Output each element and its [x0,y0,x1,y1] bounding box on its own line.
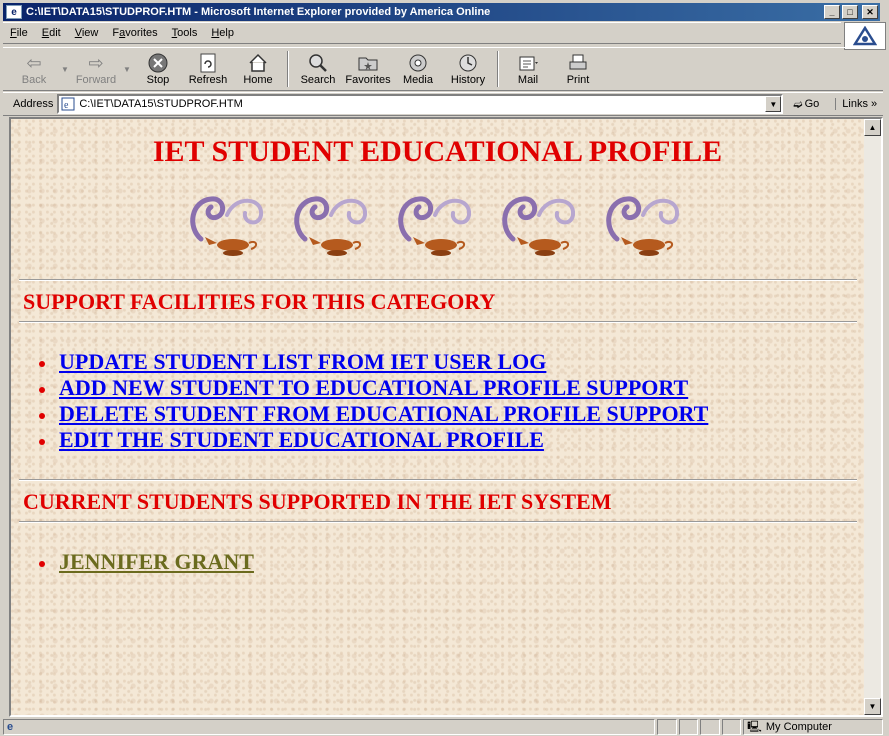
mail-button[interactable]: Mail [503,48,553,90]
list-item: ADD NEW STUDENT TO EDUCATIONAL PROFILE S… [39,375,708,401]
home-button[interactable]: Home [233,48,283,90]
forward-button[interactable]: ⇨ Forward [71,48,121,90]
go-arrow-icon: ➫ [793,98,803,111]
list-item: UPDATE STUDENT LIST FROM IET USER LOG [39,349,708,375]
refresh-icon [200,53,216,73]
list-item: EDIT THE STUDENT EDUCATIONAL PROFILE [39,427,708,453]
status-panel [700,719,720,735]
back-dropdown-icon[interactable]: ▼ [59,65,71,74]
search-button[interactable]: Search [293,48,343,90]
chevron-right-icon: » [871,98,878,110]
magic-lamp-banner [183,187,685,259]
student-link[interactable]: JENNIFER GRANT [59,549,254,575]
status-panel [678,719,699,735]
media-icon [409,54,427,72]
browser-window: e C:\IET\DATA15\STUDPROF.HTM - Microsoft… [0,0,889,736]
support-links-list: UPDATE STUDENT LIST FROM IET USER LOG AD… [39,349,708,453]
address-input[interactable]: e C:\IET\DATA15\STUDPROF.HTM ▼ [57,94,784,114]
scroll-down-icon[interactable]: ▼ [864,698,881,715]
genie-lamp-icon [606,196,680,256]
status-panel [656,719,677,735]
maximize-button[interactable]: □ [842,5,858,19]
bullet-icon [39,413,45,419]
home-icon [249,53,267,72]
svg-text:e: e [64,100,69,111]
list-item: DELETE STUDENT FROM EDUCATIONAL PROFILE … [39,401,708,427]
page-content-frame: IET STUDENT EDUCATIONAL PROFILE SUPPORT … [9,117,883,717]
back-arrow-icon: ⇦ [26,52,42,73]
forward-dropdown-icon[interactable]: ▼ [121,65,133,74]
ie-page-icon: e [61,97,75,111]
menu-help[interactable]: Help [204,27,241,39]
security-zone: 🖳 My Computer [743,719,883,735]
page-content: IET STUDENT EDUCATIONAL PROFILE SUPPORT … [11,119,864,715]
horizontal-rule [19,479,857,481]
title-bar: e C:\IET\DATA15\STUDPROF.HTM - Microsoft… [3,3,880,21]
bullet-icon [39,439,45,445]
window-title: C:\IET\DATA15\STUDPROF.HTM - Microsoft I… [26,6,491,18]
horizontal-rule [19,321,857,323]
address-value: C:\IET\DATA15\STUDPROF.HTM [79,98,243,110]
add-student-link[interactable]: ADD NEW STUDENT TO EDUCATIONAL PROFILE S… [59,375,688,401]
list-item: JENNIFER GRANT [39,549,254,575]
mail-icon [519,56,538,71]
vertical-scrollbar[interactable]: ▲ ▼ [864,119,881,715]
bullet-icon [39,361,45,367]
address-bar: Address e C:\IET\DATA15\STUDPROF.HTM ▼ ➫… [3,92,883,116]
genie-lamp-icon [502,196,576,256]
menu-tools[interactable]: Tools [165,27,205,39]
scroll-up-icon[interactable]: ▲ [864,119,881,136]
status-bar: e 🖳 My Computer [3,718,883,736]
computer-icon: 🖳 [747,720,762,733]
print-button[interactable]: Print [553,48,603,90]
stop-button[interactable]: Stop [133,48,183,90]
update-student-list-link[interactable]: UPDATE STUDENT LIST FROM IET USER LOG [59,349,546,375]
links-button[interactable]: Links » [835,98,877,110]
status-text: e [3,719,655,735]
history-icon [459,54,477,72]
aol-logo-icon [853,26,877,46]
horizontal-rule [19,521,857,523]
address-label: Address [13,98,54,110]
go-button[interactable]: ➫ Go [789,98,823,111]
address-dropdown-icon[interactable]: ▼ [765,96,782,112]
stop-icon [148,53,168,73]
minimize-button[interactable]: _ [824,5,840,19]
bullet-icon [39,387,45,393]
students-list: JENNIFER GRANT [39,549,254,575]
menu-edit[interactable]: Edit [35,27,68,39]
ie-page-icon: e [6,5,22,19]
genie-lamp-icon [294,196,368,256]
favorites-folder-icon [358,57,378,71]
status-panel [721,719,742,735]
window-controls: _ □ ✕ [824,5,878,19]
toolbar-separator [287,51,289,87]
media-button[interactable]: Media [393,48,443,90]
bullet-icon [39,561,45,567]
support-facilities-heading: SUPPORT FACILITIES FOR THIS CATEGORY [23,289,496,314]
menu-favorites[interactable]: Favorites [105,27,164,39]
standard-toolbar: ⇦ Back ▼ ⇨ Forward ▼ Stop Refresh Home S… [3,47,883,91]
toolbar-separator [497,51,499,87]
close-button[interactable]: ✕ [862,5,878,19]
menu-file[interactable]: File [3,27,35,39]
page-title: IET STUDENT EDUCATIONAL PROFILE [152,135,723,168]
history-button[interactable]: History [443,48,493,90]
genie-lamp-icon [190,196,264,256]
current-students-heading: CURRENT STUDENTS SUPPORTED IN THE IET SY… [23,489,612,514]
delete-student-link[interactable]: DELETE STUDENT FROM EDUCATIONAL PROFILE … [59,401,708,427]
menu-bar: File Edit View Favorites Tools Help [3,22,841,44]
printer-icon [569,54,587,70]
search-icon [309,54,327,72]
refresh-button[interactable]: Refresh [183,48,233,90]
genie-lamp-icon [398,196,472,256]
ie-page-icon: e [7,721,14,733]
favorites-button[interactable]: Favorites [343,48,393,90]
horizontal-rule [19,279,857,281]
edit-profile-link[interactable]: EDIT THE STUDENT EDUCATIONAL PROFILE [59,427,544,453]
forward-arrow-icon: ⇨ [88,52,104,73]
menu-view[interactable]: View [68,27,106,39]
aol-throbber [844,22,886,50]
back-button[interactable]: ⇦ Back [9,48,59,90]
